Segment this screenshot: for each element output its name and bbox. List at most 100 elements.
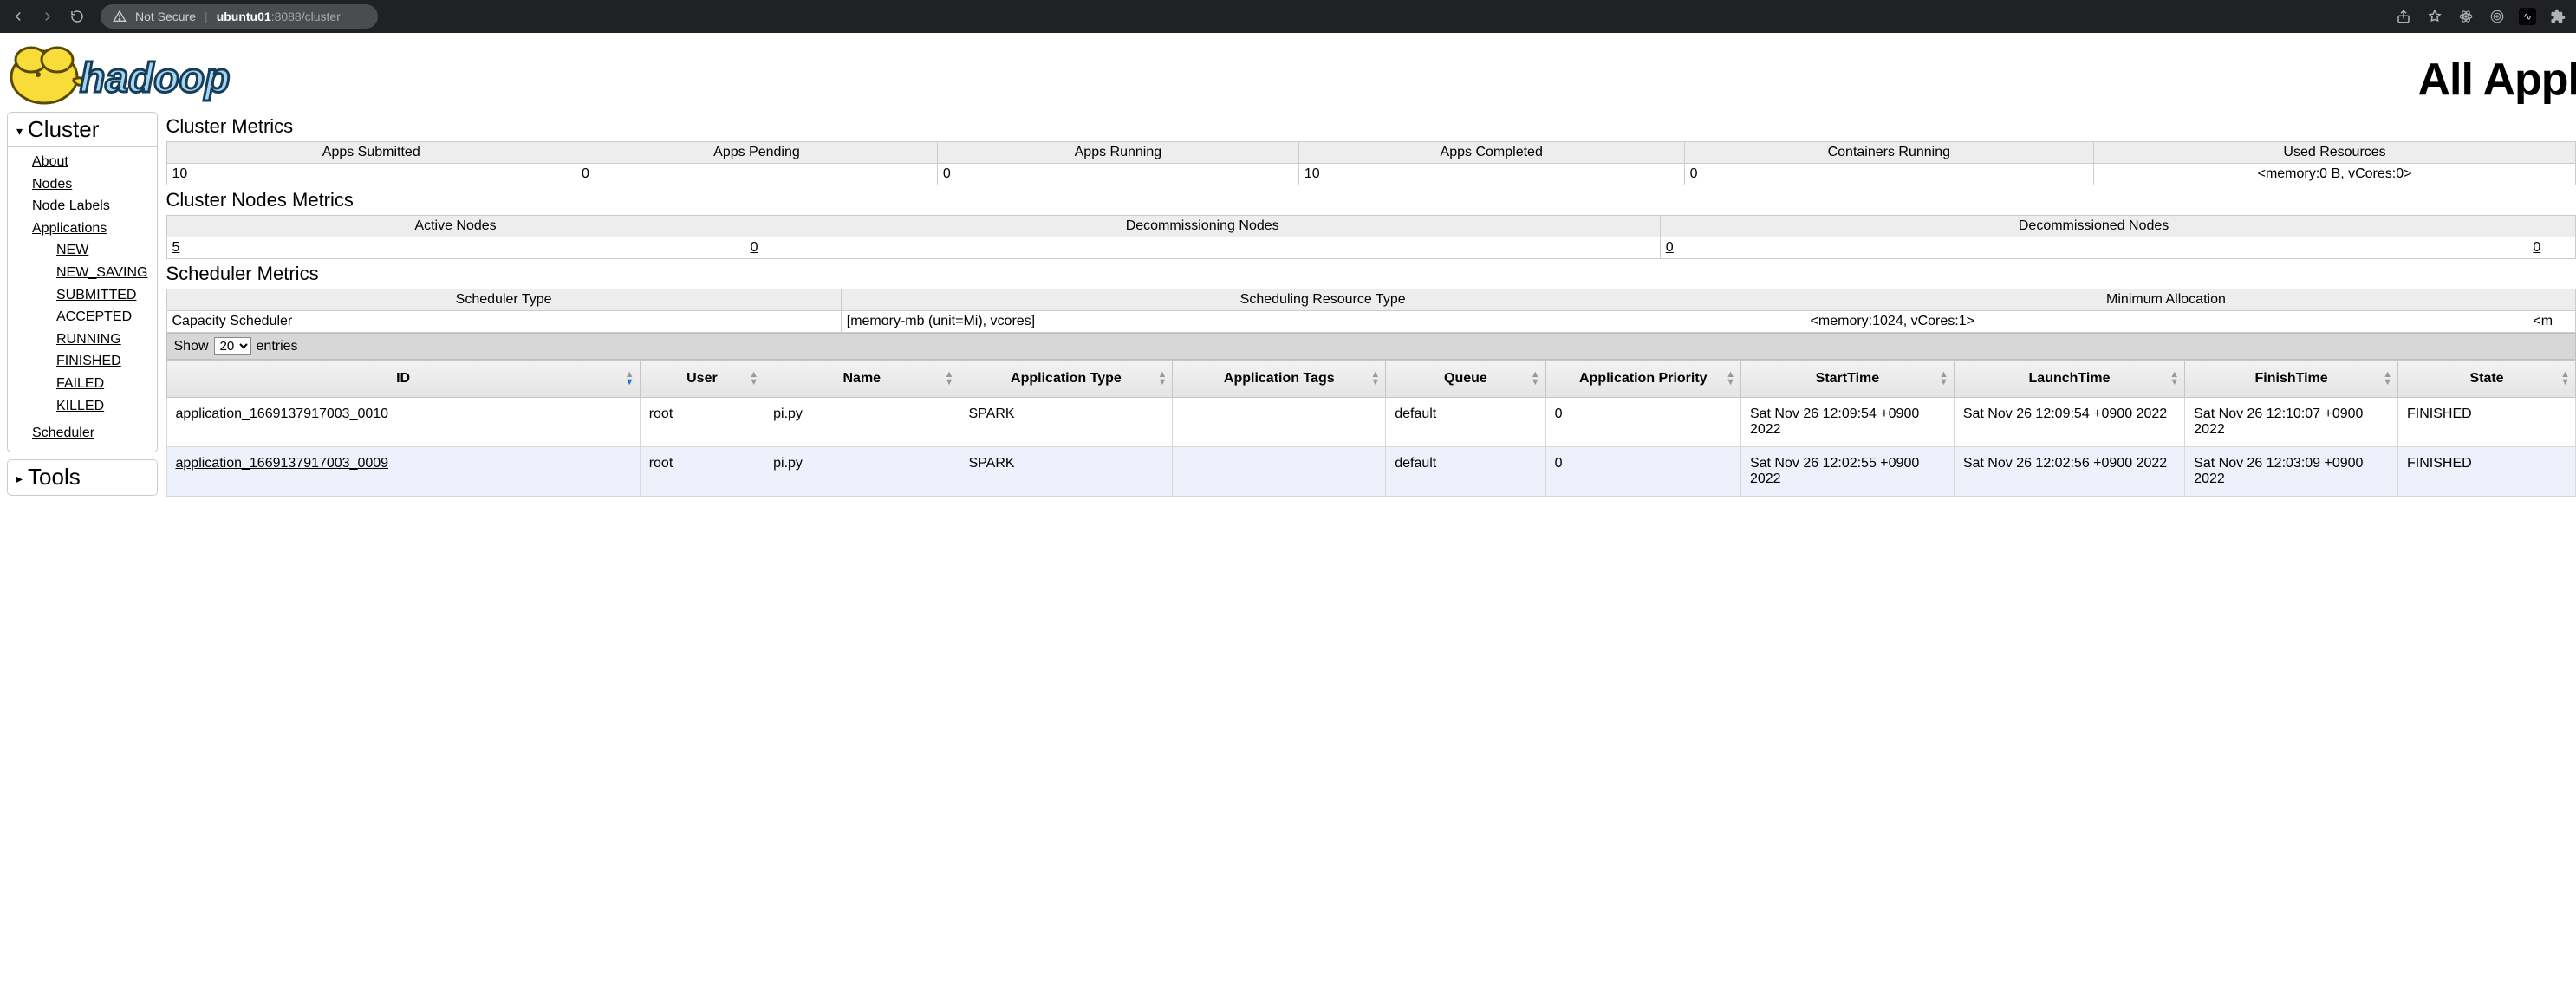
th-decommissioned-nodes: Decommissioned Nodes: [1660, 216, 2527, 237]
td-start: Sat Nov 26 12:09:54 +0900 2022: [1740, 398, 1954, 447]
forward-icon[interactable]: [38, 7, 57, 26]
th-used-resources: Used Resources: [2094, 142, 2576, 164]
show-label-prefix: Show: [174, 339, 209, 354]
th-start-time[interactable]: StartTime▲▼: [1740, 361, 1954, 398]
td-min-allocation: <memory:1024, vCores:1>: [1805, 311, 2527, 333]
scheduler-metrics-heading: Scheduler Metrics: [166, 263, 2576, 285]
sidebar-section-label: Cluster: [28, 116, 99, 143]
page-size-select[interactable]: 20: [214, 337, 251, 355]
active-nodes-link[interactable]: 5: [172, 240, 180, 255]
sidebar-item-new[interactable]: NEW: [56, 239, 148, 262]
brand-logo: hadoop: [3, 38, 281, 110]
sidebar-section-tools: ▸ Tools: [7, 459, 158, 496]
td-finish: Sat Nov 26 12:03:09 +0900 2022: [2185, 447, 2398, 497]
decommissioning-nodes-link[interactable]: 0: [751, 240, 758, 255]
sort-icon: ▲▼: [1939, 371, 1948, 387]
td-active-nodes: 5: [166, 237, 745, 259]
chevron-down-icon: ▾: [16, 124, 23, 139]
extensions-icon[interactable]: [2548, 7, 2567, 26]
sort-icon: ▲▼: [1157, 371, 1167, 387]
sidebar-item-accepted[interactable]: ACCEPTED: [56, 306, 148, 328]
sidebar-item-finished[interactable]: FINISHED: [56, 350, 148, 373]
th-name[interactable]: Name▲▼: [764, 361, 959, 398]
th-queue[interactable]: Queue▲▼: [1386, 361, 1545, 398]
th-app-priority[interactable]: Application Priority▲▼: [1545, 361, 1740, 398]
sort-icon: ▲▼: [1370, 371, 1380, 387]
sidebar-item-running[interactable]: RUNNING: [56, 328, 148, 351]
td-name: pi.py: [764, 447, 959, 497]
td-launch: Sat Nov 26 12:09:54 +0900 2022: [1954, 398, 2184, 447]
td-user: root: [640, 398, 764, 447]
th-scheduler-type: Scheduler Type: [166, 289, 841, 311]
th-id[interactable]: ID▲▼: [166, 361, 640, 398]
sort-icon: ▲▼: [2560, 371, 2570, 387]
sidebar-item-killed[interactable]: KILLED: [56, 395, 148, 418]
not-secure-icon: [113, 10, 127, 23]
show-label-suffix: entries: [257, 339, 298, 354]
th-active-nodes: Active Nodes: [166, 216, 745, 237]
th-app-type[interactable]: Application Type▲▼: [959, 361, 1173, 398]
td-containers-running: 0: [1684, 164, 2094, 185]
sidebar-item-node-labels[interactable]: Node Labels: [32, 195, 148, 218]
th-containers-running: Containers Running: [1684, 142, 2094, 164]
main-content: Cluster Metrics Apps Submitted Apps Pend…: [159, 112, 2576, 497]
table-row: Capacity Scheduler [memory-mb (unit=Mi),…: [166, 311, 2576, 333]
td-state: FINISHED: [2398, 398, 2576, 447]
table-row: application_1669137917003_0009 root pi.p…: [166, 447, 2576, 497]
th-scheduling-resource-type: Scheduling Resource Type: [841, 289, 1805, 311]
td-scheduler-type: Capacity Scheduler: [166, 311, 841, 333]
td-queue: default: [1386, 447, 1545, 497]
th-apps-pending: Apps Pending: [576, 142, 938, 164]
back-icon[interactable]: [9, 7, 28, 26]
sort-icon: ▲▼: [625, 371, 634, 387]
sidebar-item-applications[interactable]: Applications: [32, 218, 148, 240]
decommissioned-nodes-link[interactable]: 0: [1666, 240, 1674, 255]
svg-text:hadoop: hadoop: [80, 55, 230, 101]
apps-tbody: application_1669137917003_0010 root pi.p…: [166, 398, 2576, 497]
td-apps-completed: 10: [1298, 164, 1684, 185]
th-min-allocation: Minimum Allocation: [1805, 289, 2527, 311]
th-app-tags[interactable]: Application Tags▲▼: [1173, 361, 1386, 398]
td-finish: Sat Nov 26 12:10:07 +0900 2022: [2185, 398, 2398, 447]
share-icon[interactable]: [2394, 7, 2413, 26]
url-text: ubuntu01:8088/cluster: [217, 10, 341, 23]
address-bar[interactable]: Not Secure | ubuntu01:8088/cluster: [101, 4, 378, 29]
td-id: application_1669137917003_0010: [166, 398, 640, 447]
td-hidden: 0: [2527, 237, 2576, 259]
atom-icon[interactable]: [2456, 7, 2475, 26]
sidebar-toggle-cluster[interactable]: ▾ Cluster: [8, 113, 157, 147]
sidebar-item-scheduler[interactable]: Scheduler: [32, 422, 148, 445]
sidebar-item-submitted[interactable]: SUBMITTED: [56, 284, 148, 307]
th-user[interactable]: User▲▼: [640, 361, 764, 398]
sidebar-item-nodes[interactable]: Nodes: [32, 173, 148, 196]
sidebar-item-new-saving[interactable]: NEW_SAVING: [56, 262, 148, 284]
td-id: application_1669137917003_0009: [166, 447, 640, 497]
application-link[interactable]: application_1669137917003_0009: [176, 456, 389, 471]
td-start: Sat Nov 26 12:02:55 +0900 2022: [1740, 447, 1954, 497]
sidebar-item-failed[interactable]: FAILED: [56, 373, 148, 395]
sidebar-item-about[interactable]: About: [32, 151, 148, 173]
application-link[interactable]: application_1669137917003_0010: [176, 406, 389, 421]
page-header: hadoop All Appl: [0, 33, 2576, 112]
bookmark-star-icon[interactable]: [2425, 7, 2444, 26]
target-icon[interactable]: [2488, 7, 2507, 26]
ext-square-icon[interactable]: ∿: [2519, 8, 2536, 25]
td-type: SPARK: [959, 447, 1173, 497]
reload-icon[interactable]: [68, 7, 87, 26]
td-decommissioned-nodes: 0: [1660, 237, 2527, 259]
extra-nodes-link[interactable]: 0: [2533, 240, 2540, 255]
sidebar-toggle-tools[interactable]: ▸ Tools: [8, 460, 157, 495]
not-secure-label: Not Secure: [135, 10, 196, 23]
th-apps-submitted: Apps Submitted: [166, 142, 576, 164]
node-metrics-table: Active Nodes Decommissioning Nodes Decom…: [166, 215, 2576, 259]
td-used-resources: <memory:0 B, vCores:0>: [2094, 164, 2576, 185]
td-apps-pending: 0: [576, 164, 938, 185]
sort-icon: ▲▼: [1531, 371, 1540, 387]
td-user: root: [640, 447, 764, 497]
th-hidden: [2527, 216, 2576, 237]
th-launch-time[interactable]: LaunchTime▲▼: [1954, 361, 2184, 398]
th-finish-time[interactable]: FinishTime▲▼: [2185, 361, 2398, 398]
th-state[interactable]: State▲▼: [2398, 361, 2576, 398]
th-apps-completed: Apps Completed: [1298, 142, 1684, 164]
td-state: FINISHED: [2398, 447, 2576, 497]
